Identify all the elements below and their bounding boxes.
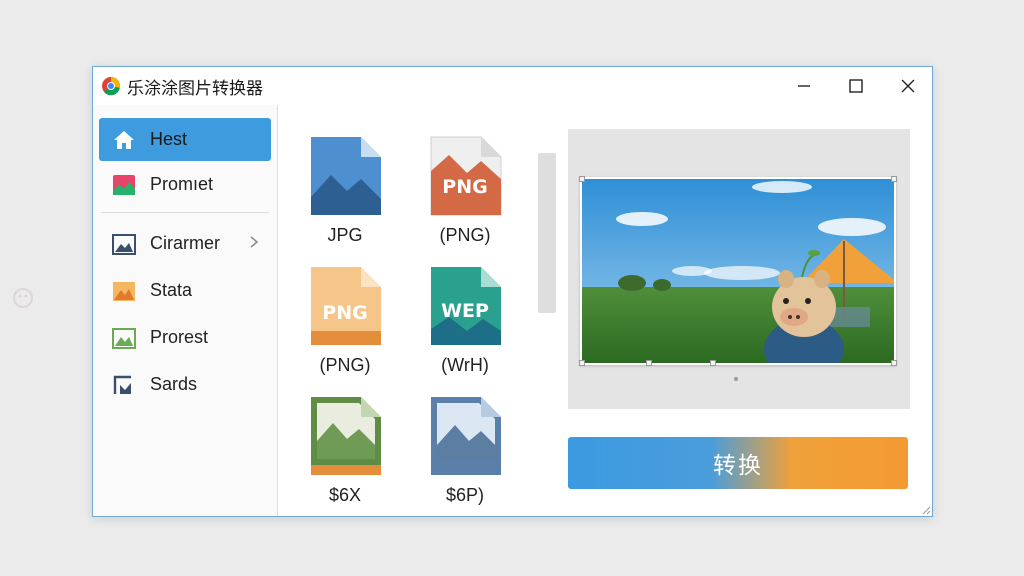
crop-handle[interactable] [579,360,585,366]
app-window: 乐涂涂图片转换器 Hest Promıet Cirarmer Stata Pro… [92,66,933,517]
image-preview-area [568,129,910,409]
image-crop-icon [111,372,137,398]
crop-handle[interactable] [891,176,897,182]
crop-handle[interactable] [579,176,585,182]
maximize-button[interactable] [832,67,880,105]
format-label: JPG [327,225,363,245]
sidebar-item-label: Hest [150,129,188,149]
webp-file-icon: WEP [431,267,501,345]
sidebar-item-label: Cirarmer [150,233,220,253]
resize-grip-icon[interactable] [921,505,931,515]
format-label: $6P) [445,485,485,505]
preview-indicator-dot [734,377,738,381]
image-file-green-icon [311,397,381,475]
minimize-button[interactable] [780,67,828,105]
watermark-icon [13,288,33,308]
png-file-icon: PNG [430,136,502,216]
close-button[interactable] [884,67,932,105]
vertical-scrollbar[interactable] [538,153,556,313]
format-label: (PNG) [319,355,371,375]
png-icon-text: PNG [442,176,487,198]
scroll-area [526,105,568,516]
sidebar-item-label: Stata [150,280,193,300]
format-tile-6x[interactable]: $6X [300,395,390,506]
png-file-orange-icon: PNG [311,267,381,345]
app-logo-icon [101,76,121,96]
image-orange-icon [111,278,137,304]
format-tile-png-2[interactable]: PNG (PNG) [300,265,390,376]
format-label: (WrH) [441,355,489,375]
crop-handle[interactable] [891,360,897,366]
sidebar-item-cirarmer[interactable]: Cirarmer [99,221,271,266]
image-green-icon [111,325,137,351]
image-icon [111,231,137,257]
sidebar: Hest Promıet Cirarmer Stata Prorest Sard… [93,105,278,516]
format-tile-6p[interactable]: $6P) [420,395,510,506]
preview-pane: 转换 [568,105,932,516]
sidebar-item-label: Sards [150,374,198,394]
image-chart-icon [111,172,137,198]
convert-button[interactable]: 转换 [568,437,908,489]
format-tile-webp[interactable]: WEP (WrH) [420,265,510,376]
format-label: $6X [328,485,362,505]
minimize-icon [798,85,810,87]
preview-image-frame[interactable] [579,176,897,366]
maximize-icon [849,79,863,93]
sidebar-item-label: Prorest [150,327,209,347]
png-icon-text: PNG [322,302,367,324]
sidebar-divider [101,212,269,213]
crop-handle[interactable] [646,360,652,366]
sidebar-item-label: Promıet [150,174,214,194]
window-title: 乐涂涂图片转换器 [127,78,263,98]
format-tile-jpg[interactable]: JPG [300,135,390,246]
home-icon [111,127,137,153]
format-tile-png[interactable]: PNG (PNG) [420,135,510,246]
title-bar: 乐涂涂图片转换器 [93,67,932,105]
sidebar-item-promiet[interactable]: Promıet [99,163,271,206]
close-icon [901,79,915,93]
format-grid: JPG PNG (PNG) PNG (PNG) WEP (WrH) $6X $6… [278,105,526,516]
sidebar-item-stata[interactable]: Stata [99,268,271,313]
jpg-file-icon [311,137,381,215]
sidebar-item-prorest[interactable]: Prorest [99,315,271,360]
crop-handle[interactable] [710,360,716,366]
preview-photo [582,179,894,363]
webp-icon-text: WEP [441,300,489,322]
chevron-right-icon [250,236,259,248]
sidebar-item-sards[interactable]: Sards [99,362,271,407]
format-label: (PNG) [439,225,491,245]
image-file-blue-icon [431,397,501,475]
sidebar-item-home[interactable]: Hest [99,118,271,161]
